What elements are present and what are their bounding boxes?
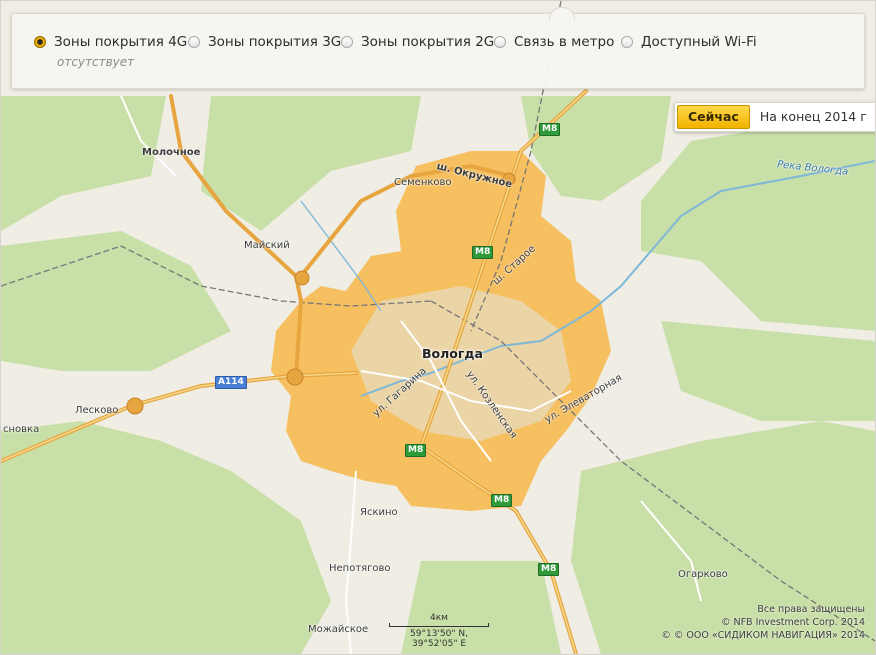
- copyright-nfb: © NFB Investment Corp. 2014: [720, 617, 865, 628]
- place-nepotyagovo: Непотягово: [329, 563, 391, 574]
- place-ogarkovo: Огарково: [678, 569, 728, 580]
- place-snovka: сновка: [3, 424, 40, 435]
- road-shield-m8: M8: [539, 123, 561, 136]
- coverage-selector-panel: Зоны покрытия 4G Зоны покрытия 3G Зоны п…: [11, 7, 865, 89]
- road-shield-m8: M8: [538, 563, 560, 576]
- map-coordinates: 59°13'50" N, 39°52'05" E: [410, 629, 468, 649]
- copyright-rights: Все права защищены: [757, 604, 865, 615]
- place-yaskino: Яскино: [360, 507, 398, 518]
- radio-2g[interactable]: Зоны покрытия 2G: [341, 34, 494, 50]
- radio-3g-label: Зоны покрытия 3G: [208, 34, 342, 50]
- radio-metro-label: Связь в метро: [514, 34, 615, 50]
- place-semenkovo: Семенково: [394, 177, 452, 188]
- scale-distance: 4км: [430, 613, 448, 623]
- radio-2g-label: Зоны покрытия 2G: [361, 34, 495, 50]
- radio-metro-indicator[interactable]: [494, 36, 506, 48]
- road-shield-m8: M8: [472, 246, 494, 259]
- metro-status-text: отсутствует: [57, 55, 135, 69]
- radio-wifi-indicator[interactable]: [621, 36, 633, 48]
- road-shield-a114: A114: [215, 376, 247, 389]
- place-maysky: Майский: [244, 240, 290, 251]
- city-label: Вологда: [422, 346, 483, 361]
- map-canvas[interactable]: [1, 1, 875, 654]
- radio-3g-indicator[interactable]: [188, 36, 200, 48]
- radio-4g-label: Зоны покрытия 4G: [54, 34, 188, 50]
- radio-3g[interactable]: Зоны покрытия 3G: [188, 34, 341, 50]
- map-frame: Молочное Майский Семенково Лесково сновк…: [0, 0, 876, 655]
- road-shield-m8: M8: [405, 444, 427, 457]
- toggle-end-2014-button[interactable]: На конец 2014 г: [750, 105, 875, 129]
- map-scale: 4км 59°13'50" N, 39°52'05" E: [389, 613, 489, 649]
- place-mozhayskoe: Можайское: [308, 624, 369, 635]
- place-molochnoe: Молочное: [142, 147, 201, 158]
- toggle-now-button[interactable]: Сейчас: [677, 105, 750, 129]
- copyright: Все права защищены © NFB Investment Corp…: [661, 603, 865, 642]
- radio-wifi[interactable]: Доступный Wi-Fi: [621, 34, 757, 50]
- copyright-sidikom: © © ООО «СИДИКОМ НАВИГАЦИЯ» 2014: [661, 630, 865, 641]
- radio-4g[interactable]: Зоны покрытия 4G: [34, 34, 187, 50]
- road-shield-m8: M8: [491, 494, 513, 507]
- place-leskovo: Лесково: [75, 405, 119, 416]
- radio-4g-indicator[interactable]: [34, 36, 46, 48]
- scale-bar: [389, 623, 489, 627]
- time-toggle: Сейчас На конец 2014 г: [674, 102, 875, 132]
- radio-wifi-label: Доступный Wi-Fi: [641, 34, 757, 50]
- radio-metro[interactable]: Связь в метро: [494, 34, 614, 50]
- radio-2g-indicator[interactable]: [341, 36, 353, 48]
